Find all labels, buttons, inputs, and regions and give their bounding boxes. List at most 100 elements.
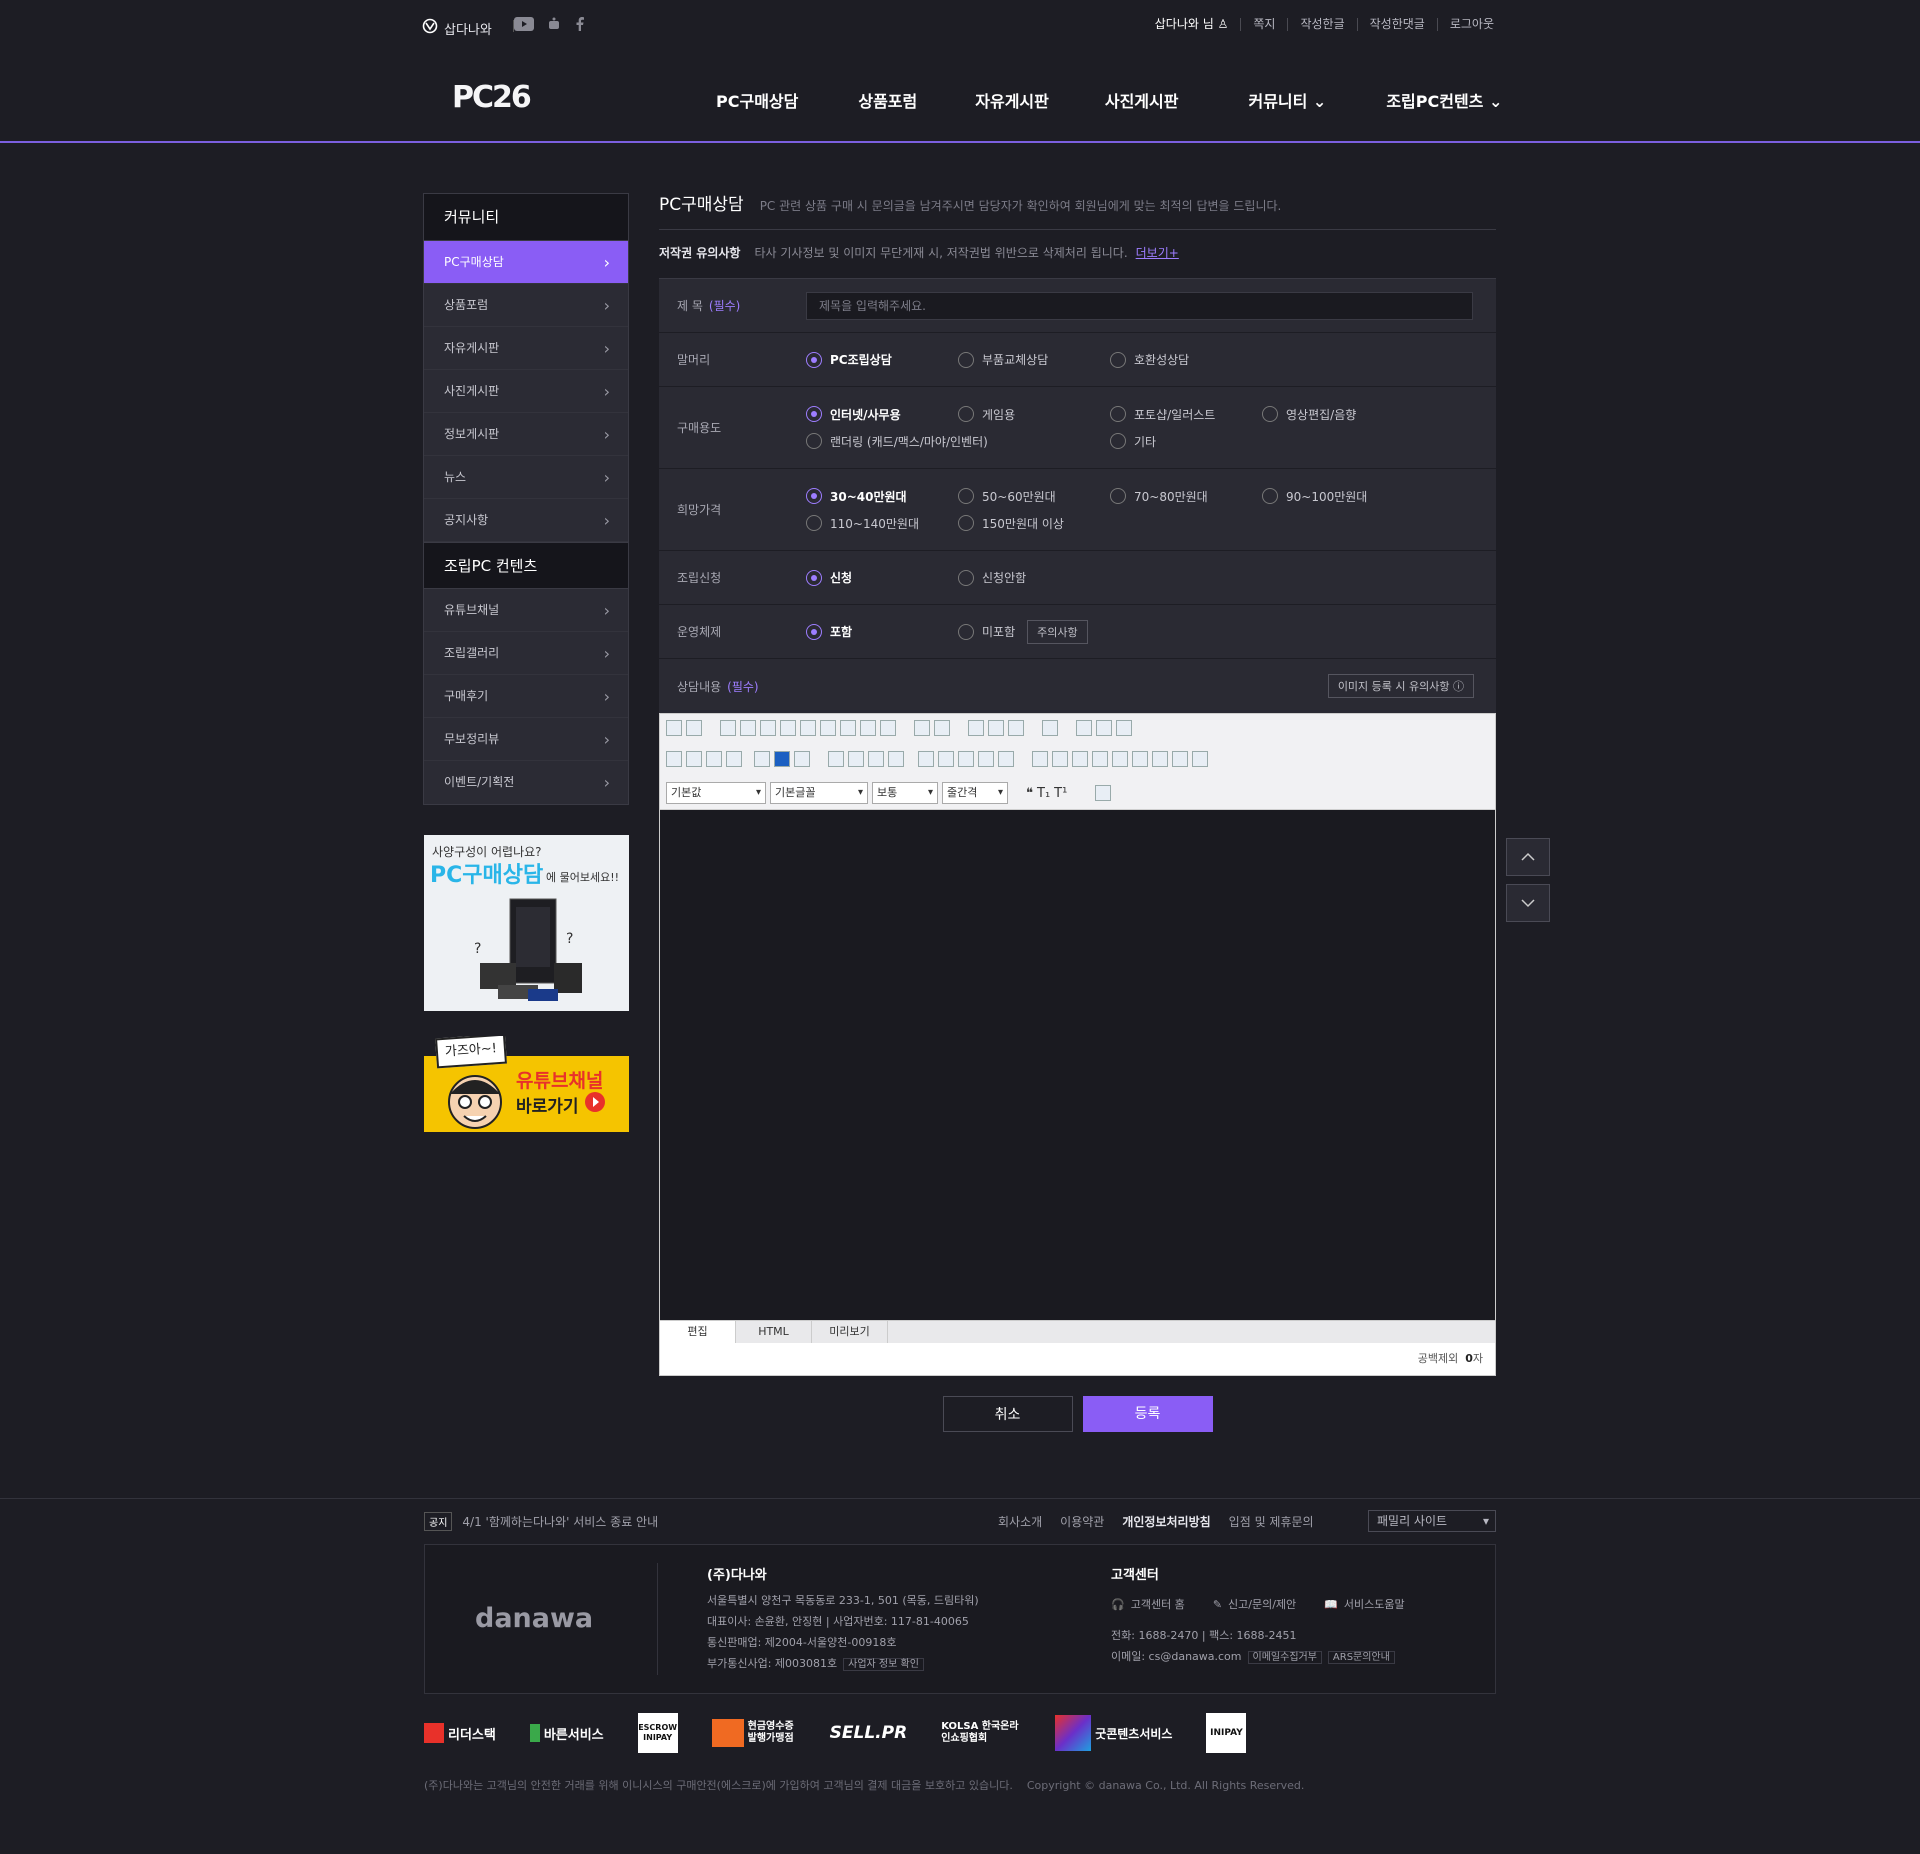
scroll-top-button[interactable]	[1506, 838, 1550, 876]
editor-area[interactable]	[660, 810, 1495, 1320]
message-link[interactable]: 쪽지	[1240, 18, 1287, 31]
copy-icon[interactable]	[780, 720, 796, 736]
radio-price-30-40[interactable]: 30~40만원대	[806, 488, 958, 505]
nav-pc-consult[interactable]: PC구매상담	[690, 88, 824, 112]
layer-back-icon[interactable]	[1116, 720, 1132, 736]
template-icon[interactable]	[1042, 720, 1058, 736]
ordered-list-icon[interactable]	[978, 751, 994, 767]
nav-free-board[interactable]: 자유게시판	[943, 88, 1075, 112]
size-select[interactable]: 보통	[872, 782, 938, 804]
print-icon[interactable]	[686, 720, 702, 736]
side-item-pc-consult[interactable]: PC구매상담	[424, 241, 628, 284]
special-char-icon[interactable]	[988, 720, 1004, 736]
table-merge-icon[interactable]	[1112, 751, 1128, 767]
user-name[interactable]: 삽다나와 님 ♙	[1131, 18, 1241, 31]
layer-icon[interactable]	[1096, 720, 1112, 736]
side-item-free-board[interactable]: 자유게시판	[424, 327, 628, 370]
nav-assembly-contents[interactable]: 조립PC컨텐츠 ⌄	[1352, 88, 1528, 112]
link-icon[interactable]	[968, 720, 984, 736]
my-comments-link[interactable]: 작성한댓글	[1356, 18, 1437, 31]
footer-link-terms[interactable]: 이용약관	[1060, 1513, 1104, 1530]
redo-icon[interactable]	[740, 720, 756, 736]
my-posts-link[interactable]: 작성한글	[1287, 18, 1356, 31]
paste-icon[interactable]	[800, 720, 816, 736]
biz-info-button[interactable]: 사업자 정보 확인	[843, 1658, 924, 1671]
italic-icon[interactable]	[686, 751, 702, 767]
side-item-info-board[interactable]: 정보게시판	[424, 413, 628, 456]
quote-icon[interactable]: ❝	[1026, 786, 1033, 801]
clear-format-icon[interactable]	[794, 751, 810, 767]
paste-text-icon[interactable]	[820, 720, 836, 736]
footer-link-privacy[interactable]: 개인정보처리방침	[1122, 1513, 1210, 1530]
nav-product-forum[interactable]: 상품포럼	[824, 88, 943, 112]
logout-link[interactable]: 로그아웃	[1436, 18, 1494, 31]
pc-consult-banner[interactable]: 사양구성이 어렵나요? PC구매상담 에 물어보세요!! ? ?	[424, 835, 629, 1011]
side-item-youtube[interactable]: 유튜브채널	[424, 589, 628, 632]
radio-price-110-140[interactable]: 110~140만원대	[806, 515, 958, 532]
notice-link[interactable]: 4/1 '함께하는다나와' 서비스 종료 안내	[462, 1513, 658, 1530]
side-item-events[interactable]: 이벤트/기획전	[424, 761, 628, 804]
youtube-icon[interactable]	[514, 17, 534, 35]
radio-parts-replace[interactable]: 부품교체상담	[958, 351, 1110, 368]
radio-video[interactable]: 영상편집/음향	[1262, 406, 1414, 423]
superscript-icon[interactable]: T¹	[1054, 786, 1067, 801]
radio-assembly-no[interactable]: 신청안함	[958, 569, 1110, 586]
tab-edit[interactable]: 편집	[660, 1321, 736, 1343]
bg-color-icon[interactable]	[774, 751, 790, 767]
indent-icon[interactable]	[918, 751, 934, 767]
radio-photoshop[interactable]: 포토샵/일러스트	[1110, 406, 1262, 423]
side-item-raw-review[interactable]: 무보정리뷰	[424, 718, 628, 761]
brand-link[interactable]: 삽다나와	[422, 18, 492, 38]
side-item-photo-board[interactable]: 사진게시판	[424, 370, 628, 413]
table-split-icon[interactable]	[1132, 751, 1148, 767]
radio-game[interactable]: 게임용	[958, 406, 1110, 423]
site-logo[interactable]: PC26	[452, 80, 532, 115]
font-color-icon[interactable]	[754, 751, 770, 767]
radio-price-90-100[interactable]: 90~100만원대	[1262, 488, 1414, 505]
nav-community[interactable]: 커뮤니티 ⌄	[1204, 88, 1352, 112]
undo-icon[interactable]	[720, 720, 736, 736]
align-center-icon[interactable]	[848, 751, 864, 767]
cert-inipay[interactable]: INIPAY	[1206, 1713, 1247, 1753]
radio-price-50-60[interactable]: 50~60만원대	[958, 488, 1110, 505]
format-select[interactable]: 기본값	[666, 782, 766, 804]
title-input[interactable]: 제목을 입력해주세요.	[806, 291, 1473, 320]
cert-leaders[interactable]: 리더스택	[424, 1723, 496, 1743]
image-icon[interactable]	[914, 720, 930, 736]
side-item-reviews[interactable]: 구매후기	[424, 675, 628, 718]
cert-sellpr[interactable]: SELL.PR	[830, 1723, 908, 1743]
tab-preview[interactable]: 미리보기	[812, 1321, 888, 1343]
ars-button[interactable]: ARS문의안내	[1327, 1651, 1395, 1664]
replace-icon[interactable]	[860, 720, 876, 736]
find-icon[interactable]	[840, 720, 856, 736]
table-icon[interactable]	[1032, 751, 1048, 767]
table-col-icon[interactable]	[1092, 751, 1108, 767]
youtube-banner[interactable]: 가즈아~! 유튜브채널 바로가기	[424, 1036, 629, 1132]
tab-html[interactable]: HTML	[736, 1321, 812, 1343]
footer-link-partner[interactable]: 입점 및 제휴문의	[1229, 1513, 1314, 1530]
align-right-icon[interactable]	[868, 751, 884, 767]
radio-price-150[interactable]: 150만원대 이상	[958, 515, 1110, 532]
radio-assembly-yes[interactable]: 신청	[806, 569, 958, 586]
nav-photo-board[interactable]: 사진게시판	[1075, 88, 1205, 112]
horizontal-rule-icon[interactable]	[1095, 785, 1112, 801]
cert-escrow[interactable]: ESCROW INIPAY	[637, 1713, 678, 1753]
fullscreen-icon[interactable]	[1076, 720, 1092, 736]
radio-price-70-80[interactable]: 70~80만원대	[1110, 488, 1262, 505]
image-notice-button[interactable]: 이미지 등록 시 유의사항 ⓘ	[1327, 674, 1474, 698]
side-item-product-forum[interactable]: 상품포럼	[424, 284, 628, 327]
line-height-select[interactable]: 줄간격	[942, 782, 1008, 804]
radio-pc-assembly[interactable]: PC조립상담	[806, 351, 958, 368]
side-item-notice[interactable]: 공지사항	[424, 499, 628, 542]
cert-kolsa[interactable]: KOLSA 한국온라인쇼핑협회	[941, 1721, 1021, 1745]
strike-icon[interactable]	[726, 751, 742, 767]
scroll-bottom-button[interactable]	[1506, 884, 1550, 922]
cut-icon[interactable]	[760, 720, 776, 736]
submit-button[interactable]: 등록	[1082, 1396, 1213, 1432]
more-link[interactable]: 더보기+	[1136, 244, 1179, 268]
cert-bareun[interactable]: 바른서비스	[529, 1724, 604, 1743]
radio-compatibility[interactable]: 호환성상담	[1110, 351, 1262, 368]
select-all-icon[interactable]	[880, 720, 896, 736]
cert-good-contents[interactable]: 굿콘텐츠서비스	[1055, 1715, 1172, 1751]
paragraph-icon[interactable]	[958, 751, 974, 767]
